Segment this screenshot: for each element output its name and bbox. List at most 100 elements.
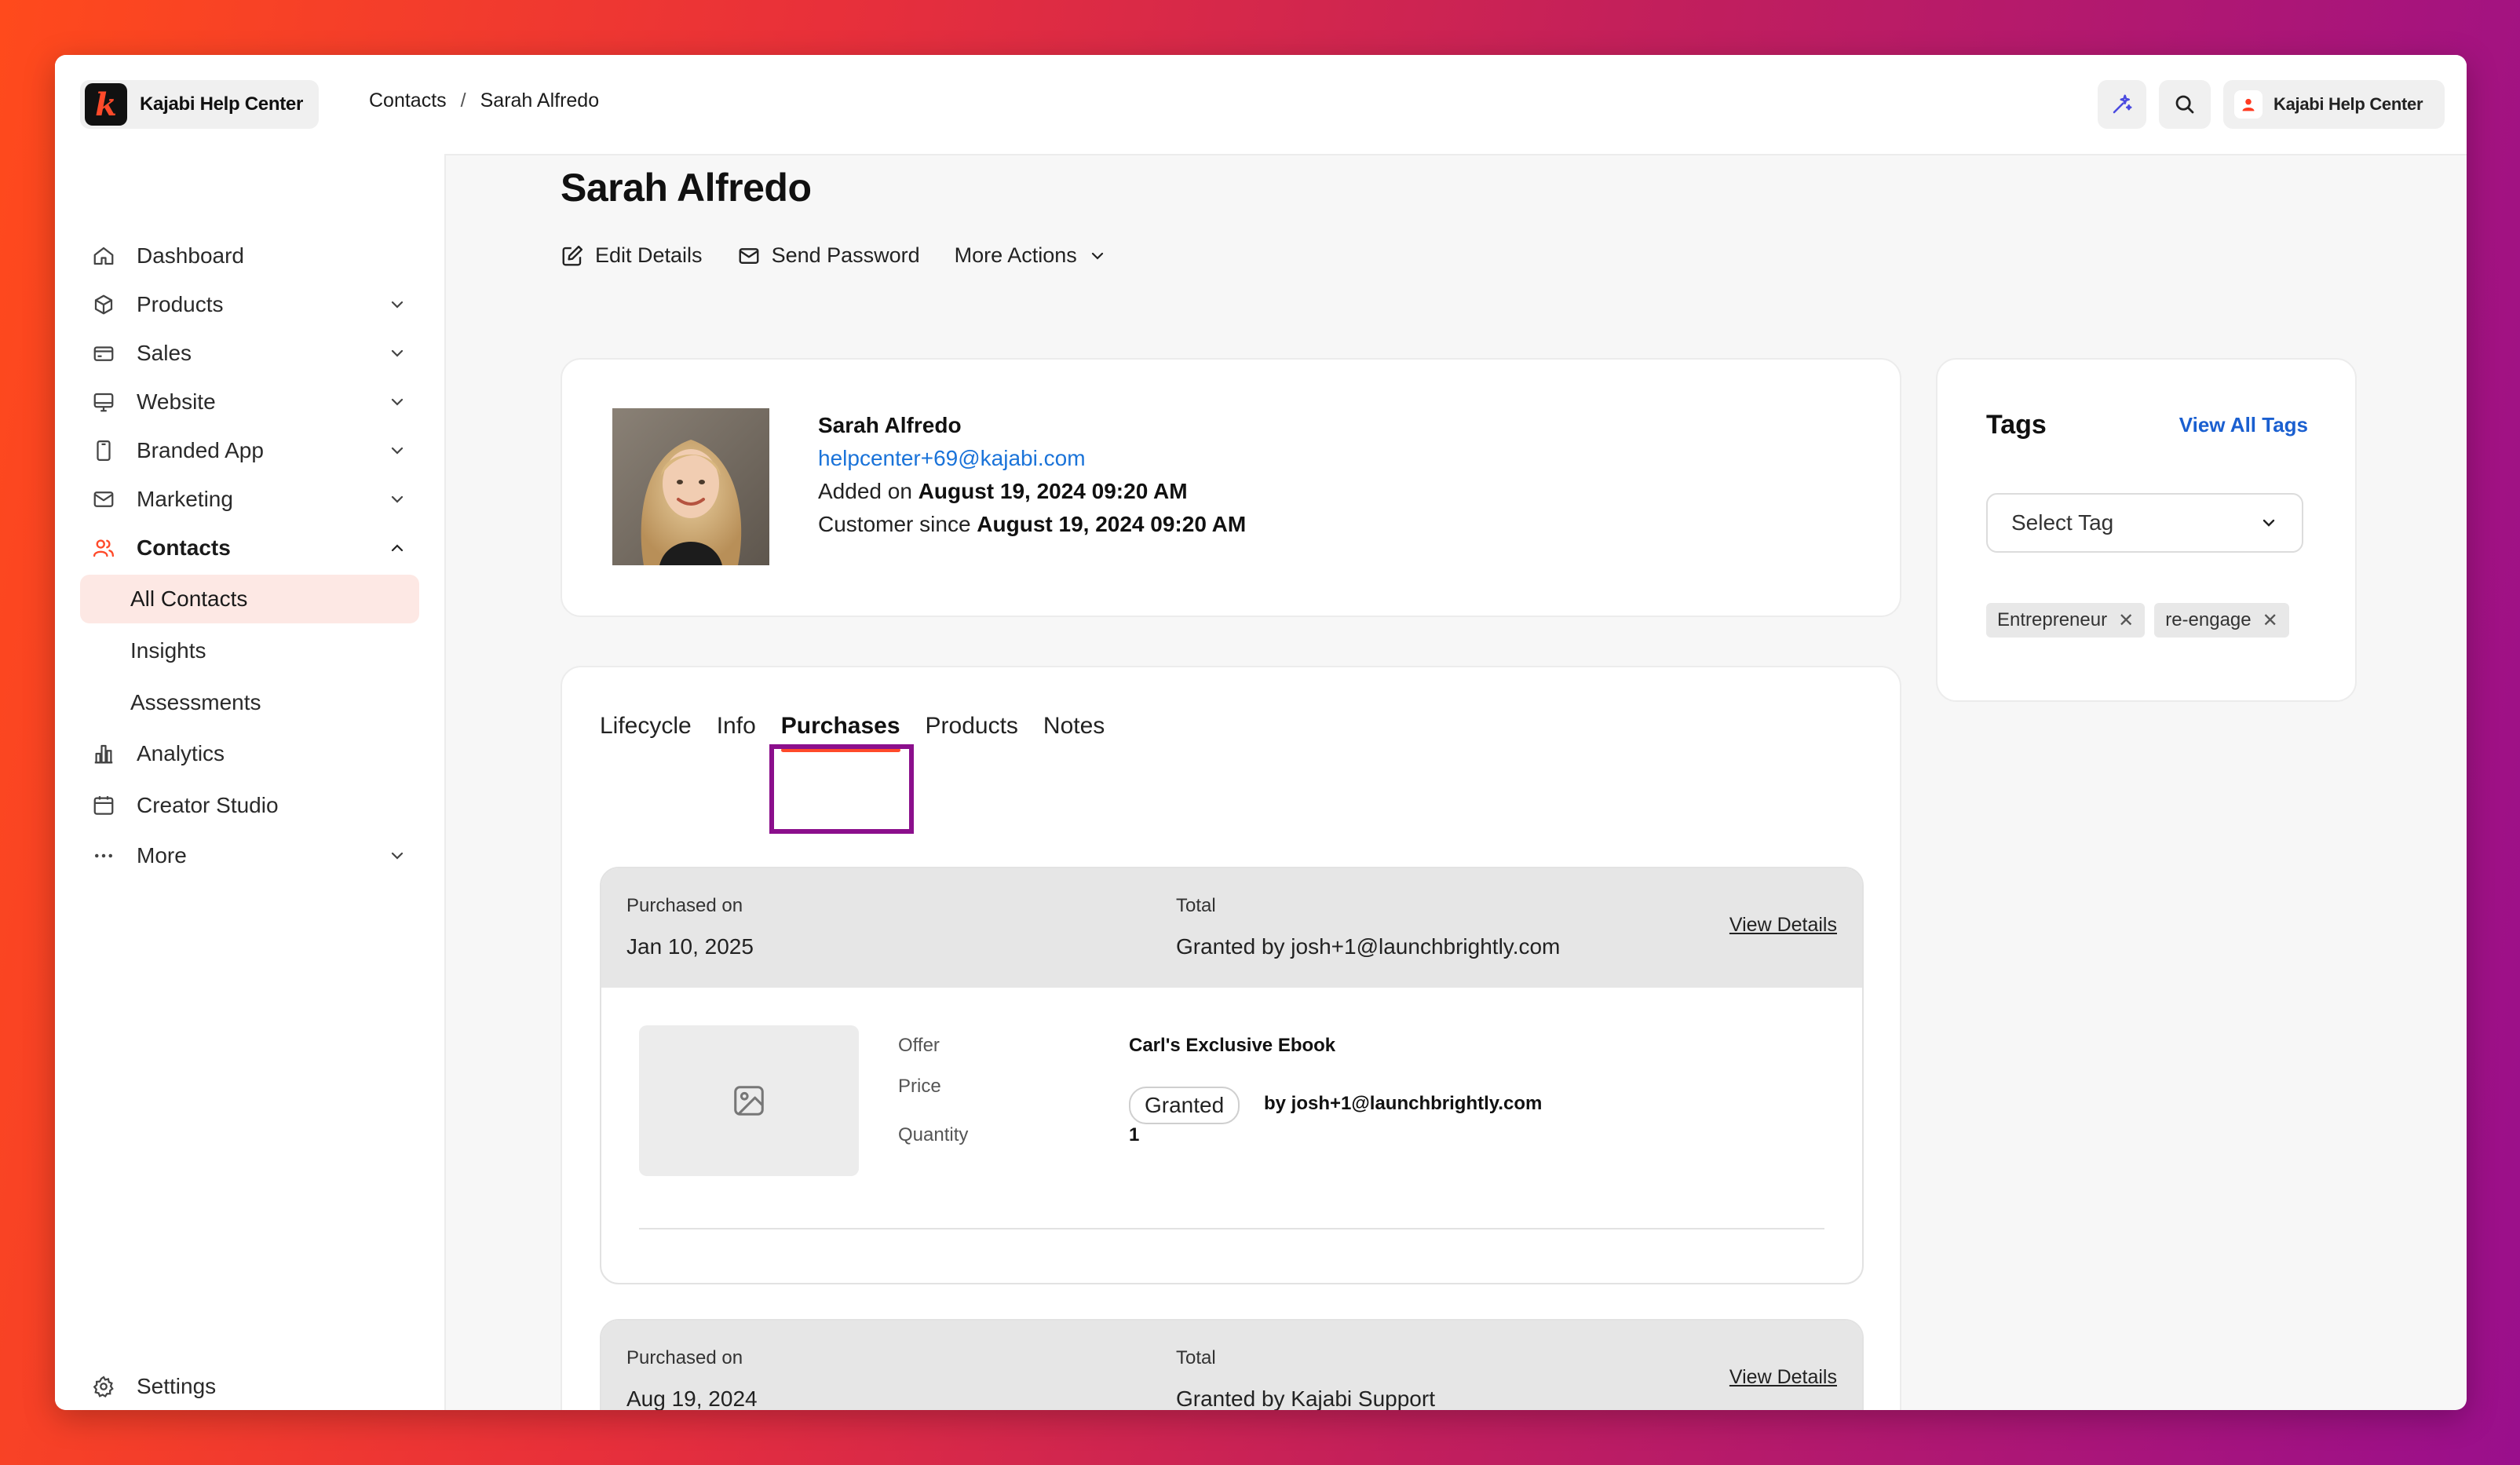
contact-customer-since: Customer since August 19, 2024 09:20 AM <box>818 512 1246 537</box>
phone-icon <box>89 437 118 465</box>
contact-photo <box>612 408 769 565</box>
sidebar-item-branded-app[interactable]: Branded App <box>80 427 419 474</box>
purchases-tab-highlight <box>769 744 914 834</box>
send-password-label: Send Password <box>771 243 920 267</box>
search-button[interactable] <box>2159 80 2211 129</box>
tab-products[interactable]: Products <box>926 699 1018 754</box>
sidebar-item-creator-studio[interactable]: Creator Studio <box>80 782 419 829</box>
account-menu-button[interactable]: Kajabi Help Center <box>2223 80 2445 129</box>
select-tag-dropdown[interactable]: Select Tag <box>1986 493 2303 553</box>
top-bar: k Kajabi Help Center Contacts / Sarah Al… <box>55 55 2467 155</box>
chevron-up-icon <box>391 544 404 552</box>
customer-since-label: Customer since <box>818 512 971 536</box>
quantity-label: Quantity <box>898 1124 969 1145</box>
view-details-link[interactable]: View Details <box>1729 1366 1837 1389</box>
sidebar-item-more[interactable]: More <box>80 832 419 879</box>
sidebar-item-sales[interactable]: Sales <box>80 330 419 377</box>
chevron-down-icon <box>391 398 404 406</box>
sidebar-item-label: Contacts <box>137 535 231 560</box>
tab-notes[interactable]: Notes <box>1043 699 1105 754</box>
purchased-on-label: Purchased on <box>626 895 743 916</box>
sidebar-item-analytics[interactable]: Analytics <box>80 730 419 777</box>
sidebar-item-dashboard[interactable]: Dashboard <box>80 232 419 279</box>
credit-card-icon <box>89 339 118 367</box>
user-avatar-icon <box>2234 90 2263 119</box>
sidebar-item-settings[interactable]: Settings <box>80 1363 419 1410</box>
chevron-down-icon <box>391 495 404 503</box>
sidebar-item-website[interactable]: Website <box>80 378 419 426</box>
sidebar-item-label: Branded App <box>137 438 264 462</box>
sidebar-item-contacts[interactable]: Contacts <box>80 524 419 572</box>
home-icon <box>89 242 118 270</box>
contact-email-link[interactable]: helpcenter+69@kajabi.com <box>818 446 1086 471</box>
total-value: Granted by josh+1@launchbrightly.com <box>1176 934 1561 959</box>
added-on-date: August 19, 2024 09:20 AM <box>918 479 1188 503</box>
ai-assistant-button[interactable] <box>2098 80 2146 129</box>
page-title: Sarah Alfredo <box>561 166 812 210</box>
close-icon[interactable]: ✕ <box>2263 609 2278 632</box>
breadcrumb: Contacts / Sarah Alfredo <box>369 90 599 112</box>
tag-chips: Entrepreneur ✕ re-engage ✕ <box>1986 603 2289 638</box>
sidebar-subitem-all-contacts[interactable]: All Contacts <box>80 575 419 623</box>
sidebar: Dashboard Products Sales Website Branded… <box>55 154 446 1410</box>
select-tag-placeholder: Select Tag <box>2011 510 2114 535</box>
customer-since-date: August 19, 2024 09:20 AM <box>977 512 1247 536</box>
purchased-on-label: Purchased on <box>626 1347 743 1368</box>
edit-icon <box>562 245 583 265</box>
send-password-button[interactable]: Send Password <box>737 243 920 268</box>
sidebar-subitem-insights[interactable]: Insights <box>80 627 419 675</box>
gear-icon <box>89 1372 118 1401</box>
tab-lifecycle[interactable]: Lifecycle <box>600 699 692 754</box>
sidebar-item-label: Dashboard <box>137 243 244 268</box>
tag-chip-label: re-engage <box>2165 609 2252 630</box>
calendar-icon <box>89 791 118 820</box>
tab-info[interactable]: Info <box>717 699 756 754</box>
view-all-tags-link[interactable]: View All Tags <box>2179 413 2308 437</box>
mail-icon <box>739 247 758 264</box>
sidebar-item-label: More <box>137 843 187 868</box>
bar-chart-icon <box>89 740 118 768</box>
edit-details-label: Edit Details <box>595 243 703 267</box>
view-details-link[interactable]: View Details <box>1729 914 1837 937</box>
purchased-on-date: Aug 19, 2024 <box>626 1386 758 1410</box>
total-label: Total <box>1176 895 1216 916</box>
chevron-down-icon <box>391 349 404 357</box>
purchase-entry: Purchased on Aug 19, 2024 Total Granted … <box>600 1319 1864 1410</box>
sidebar-item-label: Settings <box>137 1374 217 1398</box>
sidebar-item-label: Products <box>137 292 224 316</box>
contact-actions: Edit Details Send Password More Actions <box>561 243 1107 268</box>
more-actions-dropdown[interactable]: More Actions <box>955 243 1107 268</box>
quantity-value: 1 <box>1129 1124 1140 1145</box>
brand-switcher[interactable]: k Kajabi Help Center <box>80 80 319 129</box>
sidebar-item-label: Website <box>137 389 216 414</box>
purchase-header: Purchased on Jan 10, 2025 Total Granted … <box>601 868 1862 988</box>
granted-badge: Granted <box>1129 1087 1240 1124</box>
ellipsis-icon <box>89 842 118 870</box>
users-icon <box>89 534 118 562</box>
sidebar-subitem-label: Insights <box>130 638 206 663</box>
offer-value: Carl's Exclusive Ebook <box>1129 1035 1336 1056</box>
contact-name: Sarah Alfredo <box>818 413 962 437</box>
image-placeholder-icon <box>734 1086 764 1116</box>
brand-name: Kajabi Help Center <box>140 93 303 115</box>
offer-label: Offer <box>898 1035 940 1056</box>
breadcrumb-separator: / <box>460 90 466 111</box>
breadcrumb-contacts[interactable]: Contacts <box>369 90 447 112</box>
sidebar-subitem-assessments[interactable]: Assessments <box>80 678 419 727</box>
price-label: Price <box>898 1076 941 1097</box>
chevron-down-icon <box>1091 252 1103 260</box>
chevron-down-icon <box>391 447 404 455</box>
sidebar-item-marketing[interactable]: Marketing <box>80 476 419 523</box>
monitor-icon <box>89 388 118 416</box>
purchase-header: Purchased on Aug 19, 2024 Total Granted … <box>601 1321 1862 1410</box>
chevron-down-icon <box>391 301 404 309</box>
offer-thumbnail <box>639 1025 859 1176</box>
edit-details-button[interactable]: Edit Details <box>561 243 703 268</box>
more-actions-label: More Actions <box>954 243 1077 267</box>
sidebar-item-products[interactable]: Products <box>80 281 419 328</box>
search-icon <box>2175 95 2194 114</box>
close-icon[interactable]: ✕ <box>2118 609 2134 632</box>
sidebar-subitem-label: Assessments <box>130 690 261 714</box>
sidebar-item-label: Creator Studio <box>137 793 279 817</box>
breadcrumb-current: Sarah Alfredo <box>480 90 600 111</box>
